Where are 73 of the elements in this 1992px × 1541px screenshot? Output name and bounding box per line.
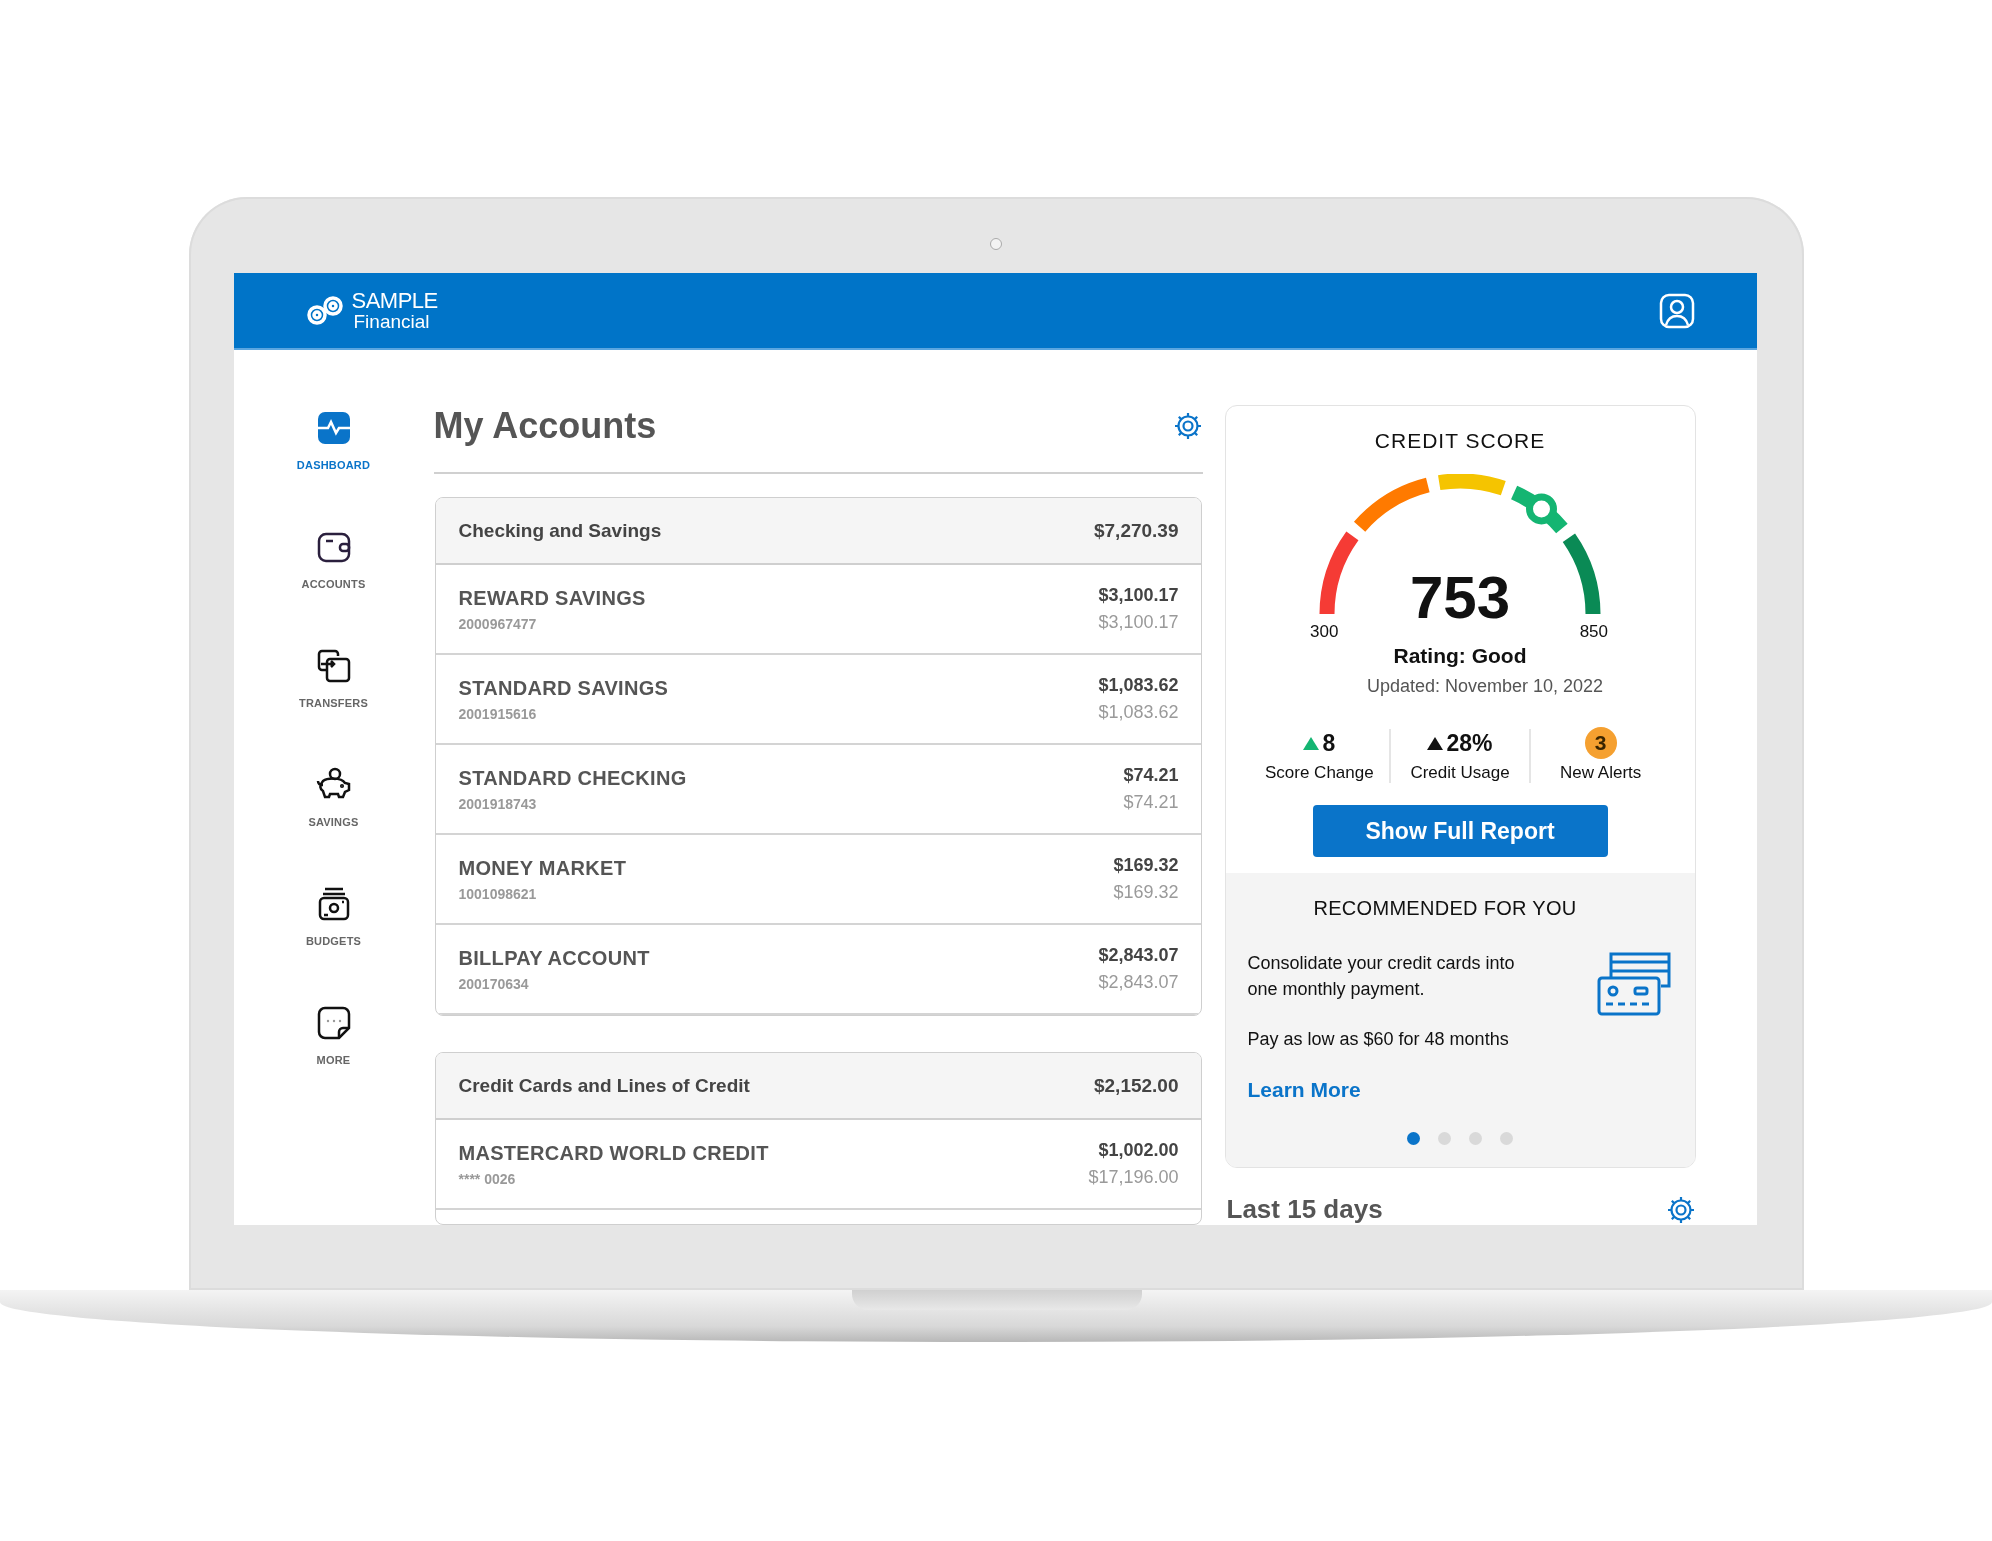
brand-name: SAMPLE	[351, 290, 438, 312]
credit-score-value: 753	[1409, 566, 1511, 630]
account-row[interactable]: BILLPAY ACCOUNT 200170634 $2,843.07 $2,843.07	[435, 925, 1201, 1015]
nav-item[interactable]: SAVINGS	[308, 767, 359, 886]
nav-item[interactable]: ACCOUNTS	[301, 529, 366, 648]
account-balance: $1,002.00	[1098, 1140, 1179, 1161]
account-name: MASTERCARD WORLD CREDIT	[458, 1141, 769, 1165]
gauge-min-label: 300	[1310, 622, 1339, 642]
offer-terms: Pay as low as $60 for 48 months	[1247, 1028, 1510, 1051]
account-row[interactable]: REWARD SAVINGS 2000967477 $3,100.17 $3,100.17	[435, 565, 1201, 655]
section-title: RECOMMENDED FOR YOU	[1313, 897, 1577, 920]
carousel-dot[interactable]	[1438, 1132, 1451, 1145]
account-name: STANDARD CHECKING	[458, 766, 687, 790]
available-balance: $74.21	[1123, 792, 1179, 813]
settings-icon[interactable]	[1172, 411, 1203, 441]
account-balance: $74.21	[1123, 765, 1179, 786]
show-report-button[interactable]: Show Full Report	[1312, 805, 1608, 857]
available-balance: $1,083.62	[1098, 702, 1179, 723]
webcam-icon	[989, 238, 1002, 250]
account-number: **** 0026	[458, 1170, 517, 1187]
account-number: 2001915616	[458, 705, 538, 722]
account-row[interactable]: STANDARD SAVINGS 2001915616 $1,083.62 $1,083.62	[435, 655, 1201, 745]
account-row[interactable]: MONEY MARKET 1001098621 $169.32 $169.32	[435, 835, 1201, 925]
carousel-dot[interactable]	[1407, 1132, 1420, 1145]
brand-subtitle: Financial	[353, 312, 431, 331]
offer-description: Consolidate your credit cards into one monthly payment.	[1247, 952, 1516, 1001]
account-name: REWARD SAVINGS	[458, 586, 646, 610]
nav-item[interactable]: DASHBOARD	[296, 410, 371, 529]
stat-value: 8	[1322, 729, 1336, 757]
group-total: $7,270.39	[1093, 519, 1179, 542]
nav-icon	[315, 1005, 352, 1041]
page-title: My Accounts	[433, 404, 657, 448]
available-balance: $3,100.17	[1098, 612, 1179, 633]
section-heading: Last 15 days	[1226, 1194, 1383, 1225]
stat-label: Credit Usage	[1410, 763, 1510, 783]
card-title: CREDIT SCORE	[1374, 428, 1546, 454]
available-balance: $17,196.00	[1088, 1167, 1179, 1188]
rating-text: Rating: Good	[1393, 644, 1527, 668]
account-name: MONEY MARKET	[458, 856, 627, 880]
settings-icon[interactable]	[1665, 1194, 1696, 1225]
account-name: BILLPAY ACCOUNT	[458, 946, 650, 970]
profile-icon[interactable]	[1658, 292, 1695, 329]
account-number: 200170634	[458, 975, 530, 992]
carousel-dot[interactable]	[1469, 1132, 1482, 1145]
available-balance: $2,843.07	[1098, 972, 1179, 993]
updated-date: Updated: November 10, 2022	[1366, 676, 1604, 697]
account-number: 2000967477	[458, 615, 538, 632]
alert-count-badge: 3	[1584, 727, 1617, 759]
logo-icon	[305, 295, 346, 326]
nav-item[interactable]: BUDGETS	[305, 886, 362, 1005]
carousel-dot[interactable]	[1500, 1132, 1513, 1145]
stat-label: Score Change	[1265, 763, 1374, 783]
available-balance: $169.32	[1113, 882, 1179, 903]
account-name: STANDARD SAVINGS	[458, 676, 669, 700]
stat-value: 28%	[1446, 729, 1493, 757]
group-name: Checking and Savings	[458, 519, 662, 542]
nav-item[interactable]: MORE	[315, 1005, 352, 1124]
account-row[interactable]: MASTERCARD WORLD CREDIT **** 0026 $1,002.00 $17,196.00	[435, 1120, 1201, 1210]
account-balance: $1,083.62	[1098, 675, 1179, 696]
stat-label: New Alerts	[1560, 763, 1642, 783]
account-balance: $169.32	[1113, 855, 1179, 876]
account-row[interactable]: STANDARD CHECKING 2001918743 $74.21 $74.21	[435, 745, 1201, 835]
nav-item[interactable]: TRANSFERS	[299, 648, 368, 767]
group-total: $2,152.00	[1093, 1074, 1179, 1097]
account-balance: $3,100.17	[1098, 585, 1179, 606]
account-number: 2001918743	[458, 795, 538, 812]
group-name: Credit Cards and Lines of Credit	[458, 1074, 750, 1097]
account-number: 1001098621	[458, 885, 538, 902]
account-balance: $2,843.07	[1098, 945, 1179, 966]
learn-more-link[interactable]: Learn More	[1247, 1078, 1361, 1102]
nav-icon	[315, 410, 352, 446]
nav-icon	[315, 648, 352, 684]
gauge-max-label: 850	[1579, 622, 1608, 642]
